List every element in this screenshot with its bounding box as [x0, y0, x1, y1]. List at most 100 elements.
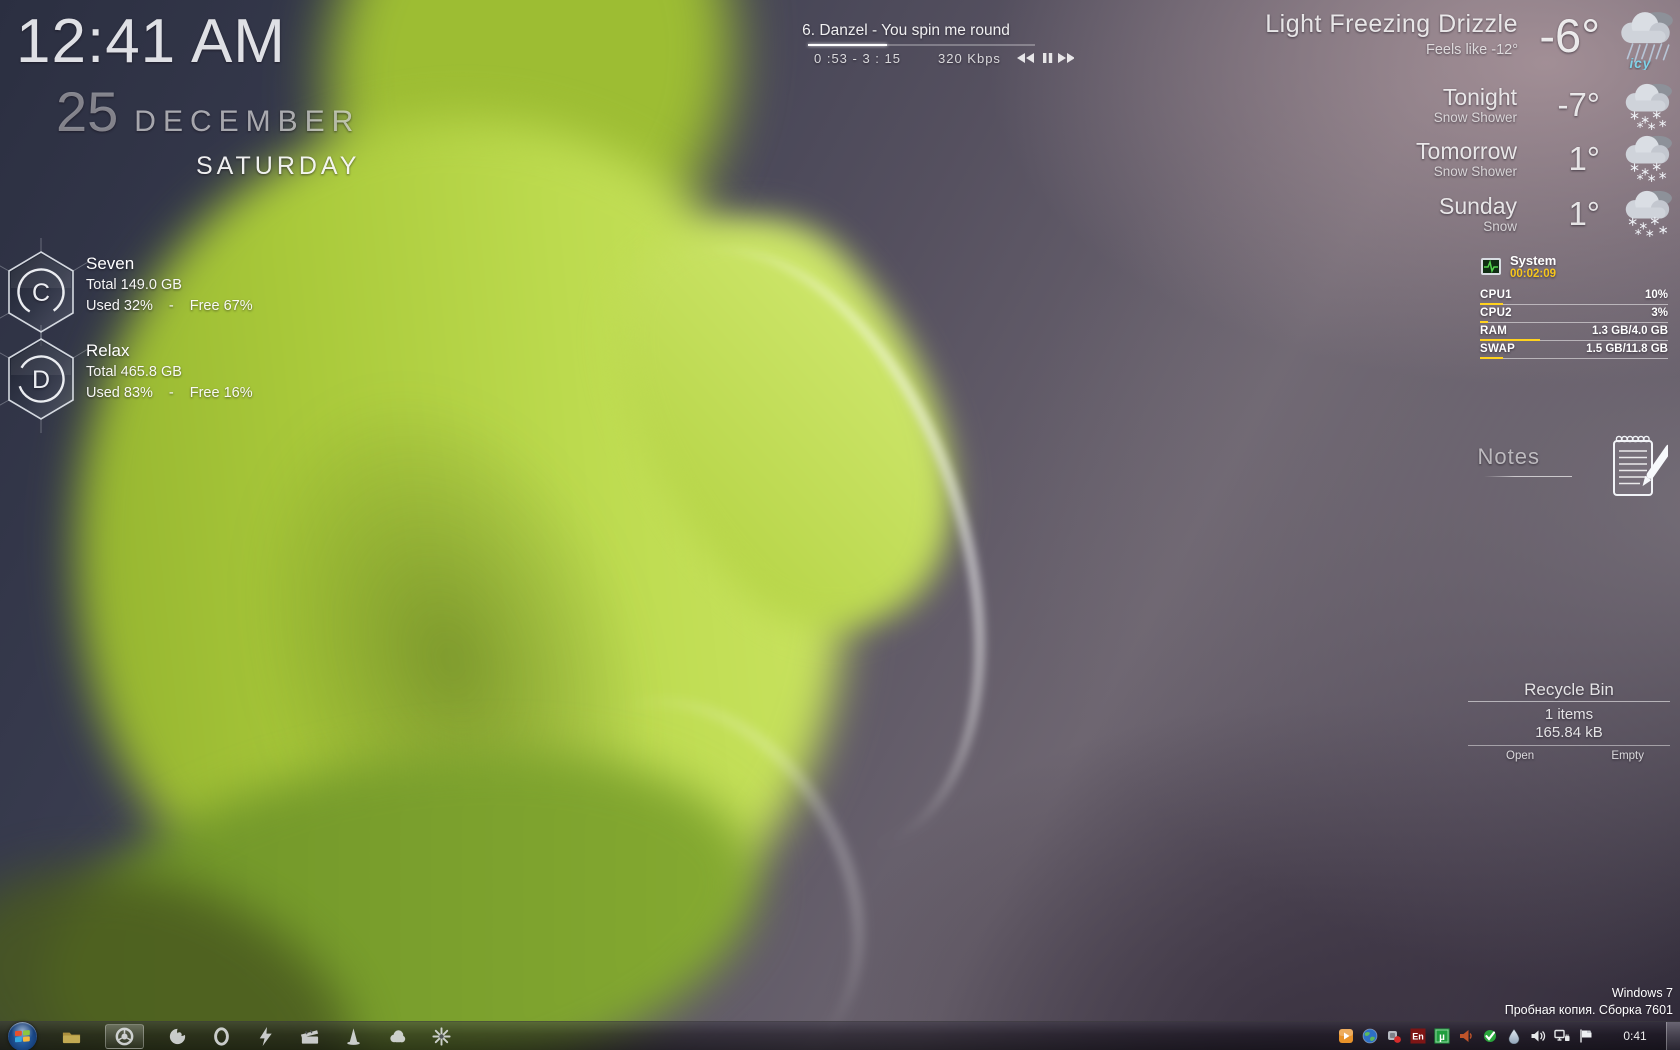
network-tray-icon[interactable] — [1554, 1028, 1570, 1044]
forecast-condition: Snow Shower — [1433, 110, 1517, 125]
weather-widget[interactable]: Light Freezing Drizzle Feels like -12° -… — [1240, 6, 1680, 238]
swap-value: 1.5 GB/11.8 GB — [1586, 343, 1668, 356]
cpu1-value: 10% — [1644, 289, 1668, 302]
disk-total: Total 149.0 GB — [86, 277, 182, 293]
disk-usage-separator: - — [168, 385, 174, 401]
disk-widget-c[interactable]: C Seven Total 149.0 GB Used 32% - Free 67% — [0, 238, 253, 346]
disk-usage-separator: - — [168, 298, 174, 314]
track-bitrate: 320 Kbps — [938, 51, 1001, 66]
progress-fill — [808, 44, 888, 46]
disk-hexagon-icon[interactable]: C — [0, 238, 89, 346]
clapperboard-taskbar-icon[interactable] — [299, 1026, 320, 1047]
disk-total: Total 465.8 GB — [86, 364, 182, 380]
notes-widget[interactable]: Notes — [1420, 432, 1680, 516]
disk-used: Used 32% — [86, 298, 153, 314]
explorer-taskbar-icon[interactable] — [61, 1026, 82, 1047]
current-feels-like: Feels like -12° — [1425, 42, 1518, 58]
track-title: 6. Danzel - You spin me round — [802, 22, 1010, 39]
opera-taskbar-icon[interactable] — [211, 1026, 232, 1047]
forecast-condition: Snow — [1483, 219, 1517, 234]
rewind-button[interactable] — [1017, 53, 1034, 63]
disk-info: Relax Total 465.8 GB Used 83% - Free 16% — [86, 337, 253, 421]
clock-weekday: SATURDAY — [196, 152, 361, 180]
clock-widget: 12:41 AM 25 DECEMBER SATURDAY — [16, 6, 376, 181]
recycle-bin-count: 1 items — [1544, 706, 1594, 723]
recycle-empty-button[interactable]: Empty — [1611, 750, 1644, 762]
action-center-flag-tray-icon[interactable] — [1578, 1028, 1594, 1044]
speaker-horn-tray-icon[interactable] — [1458, 1028, 1474, 1044]
vlc-cone-taskbar-icon[interactable] — [343, 1026, 364, 1047]
taskbar-clock[interactable]: 0:41 — [1606, 1029, 1664, 1043]
cpu1-label: CPU1 — [1480, 289, 1512, 302]
disk-usage: Used 83% - Free 16% — [86, 385, 253, 401]
system-row-cpu1: CPU1 10% — [1480, 287, 1668, 306]
disk-name: Relax — [86, 341, 130, 360]
media-play-tray-icon[interactable] — [1338, 1028, 1354, 1044]
freezing-drizzle-icon: icy — [1621, 12, 1673, 70]
watermark-line1: Windows 7 — [1611, 986, 1673, 1000]
lightning-taskbar-icon[interactable] — [255, 1026, 276, 1047]
system-monitor-widget: System 00:02:09 CPU1 10% CPU2 3% RAM 1.3… — [1480, 253, 1668, 360]
recycle-bin-size: 165.84 kB — [1535, 724, 1603, 741]
disk-letter: C — [32, 279, 50, 307]
forecast-label: Sunday — [1438, 193, 1517, 219]
disk-letter: D — [32, 366, 50, 394]
snow-shower-icon — [1625, 135, 1672, 182]
cloud-taskbar-icon[interactable] — [387, 1026, 408, 1047]
green-check-tray-icon[interactable] — [1482, 1028, 1498, 1044]
forecast-temp: 1° — [1568, 140, 1600, 177]
system-row-ram: RAM 1.3 GB/4.0 GB — [1480, 323, 1668, 342]
disk-used: Used 83% — [86, 385, 153, 401]
notepad-icon[interactable] — [1610, 432, 1668, 500]
forward-button[interactable] — [1058, 53, 1074, 63]
system-uptime: 00:02:09 — [1510, 268, 1557, 281]
windows-logo-icon — [15, 1029, 30, 1042]
cpu2-value: 3% — [1651, 307, 1668, 320]
desktop: 12:41 AM 25 DECEMBER SATURDAY C Seven To… — [0, 0, 1680, 1050]
system-monitor-icon — [1481, 258, 1501, 276]
svg-text:icy: icy — [1630, 56, 1652, 70]
recycle-bin-widget[interactable]: Recycle Bin 1 items 165.84 kB Open Empty — [1468, 680, 1670, 762]
system-title: System — [1510, 253, 1557, 268]
current-condition: Light Freezing Drizzle — [1265, 10, 1518, 38]
notes-label: Notes — [1477, 444, 1540, 469]
forecast-temp: -7° — [1557, 86, 1600, 123]
forecast-label: Tomorrow — [1416, 138, 1517, 164]
system-row-swap: SWAP 1.5 GB/11.8 GB — [1480, 341, 1668, 360]
clock-month: DECEMBER — [134, 105, 361, 138]
volume-tray-icon[interactable] — [1530, 1028, 1546, 1044]
language-en-tray-icon[interactable]: En — [1410, 1028, 1426, 1044]
taskbar-apps — [61, 1023, 452, 1049]
disk-hexagon-icon[interactable]: D — [0, 325, 89, 433]
disk-name: Seven — [86, 254, 135, 273]
device-red-badge-tray-icon[interactable] — [1386, 1028, 1402, 1044]
clock-date-row: 25 DECEMBER — [56, 79, 376, 144]
recycle-open-button[interactable]: Open — [1506, 750, 1534, 762]
watermark-line2: Пробная копия. Сборка 7601 — [1504, 1002, 1673, 1017]
snowflake-taskbar-icon[interactable] — [431, 1026, 452, 1047]
current-temp: -6° — [1539, 9, 1600, 62]
firefox-taskbar-icon[interactable] — [167, 1026, 188, 1047]
cpu2-label: CPU2 — [1480, 307, 1512, 320]
swap-bar — [1480, 357, 1503, 360]
show-desktop-button[interactable] — [1666, 1022, 1680, 1050]
music-player-widget: 6. Danzel - You spin me round 0 :53 - 3 … — [770, 16, 1080, 74]
recycle-bin-title: Recycle Bin — [1468, 680, 1670, 702]
progress-bar[interactable] — [808, 44, 1035, 46]
rainmeter-drop-tray-icon[interactable] — [1506, 1028, 1522, 1044]
pause-button[interactable] — [1043, 53, 1053, 63]
disk-usage: Used 32% - Free 67% — [86, 298, 253, 314]
player-controls[interactable] — [1016, 52, 1074, 64]
utorrent-tray-icon[interactable]: µ — [1434, 1028, 1450, 1044]
start-button[interactable] — [8, 1021, 37, 1050]
language-badge-text: En — [1412, 1032, 1424, 1042]
clock-time: 12:41 AM — [16, 7, 286, 76]
snow-shower-icon — [1625, 83, 1672, 130]
chrome-taskbar-icon[interactable] — [105, 1023, 144, 1049]
disk-widget-d[interactable]: D Relax Total 465.8 GB Used 83% - Free 16% — [0, 325, 253, 433]
system-header: System 00:02:09 — [1480, 253, 1668, 281]
globe-network-tray-icon[interactable] — [1362, 1028, 1378, 1044]
forecast-condition: Snow Shower — [1433, 164, 1517, 179]
notes-underline — [1484, 476, 1572, 477]
system-tray: En µ — [1338, 1028, 1594, 1044]
